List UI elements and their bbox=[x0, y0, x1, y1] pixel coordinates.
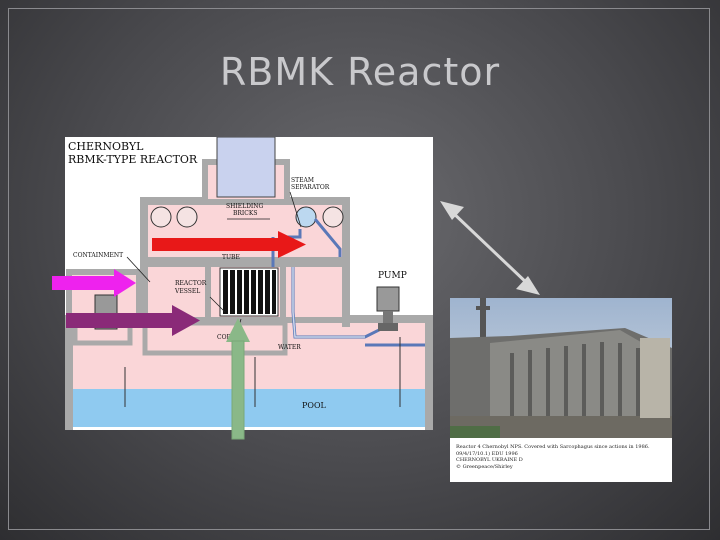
double-arrow bbox=[440, 201, 540, 295]
arrow-overlay bbox=[52, 201, 540, 440]
green-arrow bbox=[226, 318, 250, 440]
purple-arrow bbox=[66, 305, 200, 336]
red-arrow bbox=[152, 231, 306, 258]
magenta-arrow bbox=[52, 269, 136, 297]
